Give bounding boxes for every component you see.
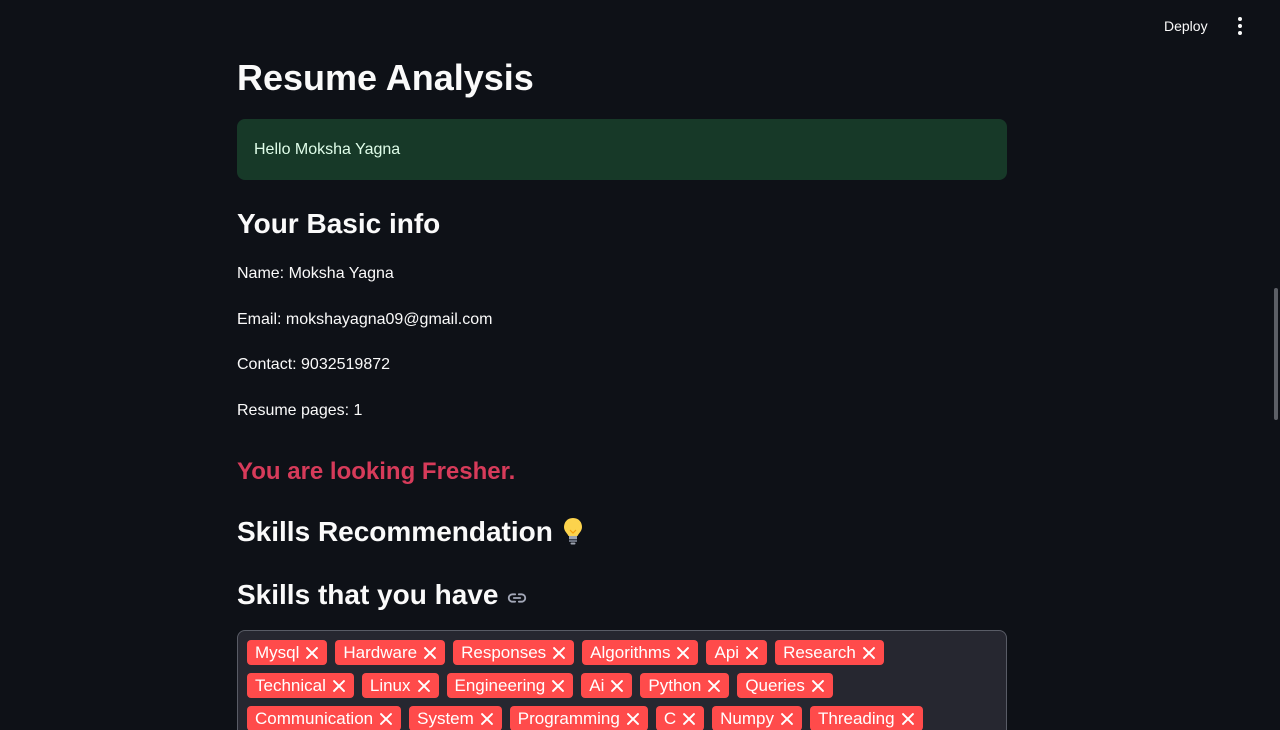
app-header: Deploy bbox=[0, 0, 1280, 52]
app-page: Deploy Resume Analysis Hello Moksha Yagn… bbox=[0, 0, 1280, 730]
skill-tag: Communication bbox=[247, 706, 402, 730]
skill-tag: Ai bbox=[581, 673, 633, 698]
info-name: Name: Moksha Yagna bbox=[237, 265, 394, 282]
remove-tag-icon[interactable] bbox=[745, 646, 759, 660]
skills-have-text: Skills that you have bbox=[237, 579, 499, 610]
info-contact: Contact: 9032519872 bbox=[237, 356, 391, 373]
skill-tag-label: Programming bbox=[517, 708, 620, 728]
skills-recommendation-text: Skills Recommendation bbox=[237, 516, 553, 547]
remove-tag-icon[interactable] bbox=[862, 646, 876, 660]
main-menu-icon[interactable] bbox=[1228, 14, 1252, 38]
skill-tag-label: Responses bbox=[461, 642, 547, 662]
remove-tag-icon[interactable] bbox=[707, 679, 721, 693]
page-title: Resume Analysis bbox=[237, 57, 534, 98]
skill-tag: Hardware bbox=[335, 640, 446, 665]
remove-tag-icon[interactable] bbox=[901, 712, 915, 726]
info-pages: Resume pages: 1 bbox=[237, 402, 363, 419]
skill-tag-row: Mysql Hardware Responses Algorithms Api … bbox=[247, 640, 997, 665]
skill-tag-label: C bbox=[663, 708, 677, 728]
skill-tag: Technical bbox=[247, 673, 354, 698]
skills-recommendation-heading: Skills Recommendation bbox=[237, 512, 585, 552]
skill-tag: Programming bbox=[509, 706, 648, 730]
skill-tag: Mysql bbox=[247, 640, 328, 665]
skill-tag: Numpy bbox=[712, 706, 802, 730]
remove-tag-icon[interactable] bbox=[610, 679, 624, 693]
remove-tag-icon[interactable] bbox=[780, 712, 794, 726]
skill-tag: Threading bbox=[809, 706, 923, 730]
skill-tag: Engineering bbox=[446, 673, 574, 698]
remove-tag-icon[interactable] bbox=[332, 679, 346, 693]
skills-have-heading: Skills that you have bbox=[237, 575, 528, 615]
skill-tag: Python bbox=[640, 673, 730, 698]
skill-tag-label: Research bbox=[783, 642, 856, 662]
remove-tag-icon[interactable] bbox=[423, 646, 437, 660]
skill-tag-label: Numpy bbox=[720, 708, 774, 728]
greeting-text: Hello Moksha Yagna bbox=[254, 140, 401, 158]
remove-tag-icon[interactable] bbox=[811, 679, 825, 693]
deploy-button[interactable]: Deploy bbox=[1152, 14, 1220, 38]
skill-tag: Linux bbox=[361, 673, 439, 698]
skill-tag-label: Python bbox=[648, 675, 702, 695]
remove-tag-icon[interactable] bbox=[305, 646, 319, 660]
anchor-link-icon[interactable] bbox=[506, 587, 528, 609]
skill-tag-row: Technical Linux Engineering Ai Python Qu… bbox=[247, 673, 997, 698]
remove-tag-icon[interactable] bbox=[682, 712, 696, 726]
skill-tag-label: Technical bbox=[255, 675, 326, 695]
skill-tag-label: Threading bbox=[817, 708, 895, 728]
skill-tag-row: Communication System Programming C Numpy… bbox=[247, 706, 997, 730]
skill-tag-label: Ai bbox=[589, 675, 605, 695]
skill-tag-label: Api bbox=[714, 642, 740, 662]
skill-tag: System bbox=[409, 706, 502, 730]
skill-tag-label: Algorithms bbox=[590, 642, 671, 662]
skill-tag: Queries bbox=[737, 673, 833, 698]
remove-tag-icon[interactable] bbox=[552, 646, 566, 660]
remove-tag-icon[interactable] bbox=[551, 679, 565, 693]
skill-tag: C bbox=[655, 706, 705, 730]
skill-tag-label: Mysql bbox=[255, 642, 300, 662]
level-message: You are looking Fresher. bbox=[237, 458, 516, 485]
remove-tag-icon[interactable] bbox=[417, 679, 431, 693]
skill-tag-label: Engineering bbox=[454, 675, 546, 695]
basic-info-heading: Your Basic info bbox=[237, 208, 441, 239]
skill-tag-label: System bbox=[417, 708, 474, 728]
skill-tag-label: Hardware bbox=[343, 642, 418, 662]
skills-multiselect[interactable]: Mysql Hardware Responses Algorithms Api … bbox=[237, 630, 1007, 730]
remove-tag-icon[interactable] bbox=[480, 712, 494, 726]
skill-tag-label: Queries bbox=[745, 675, 805, 695]
lightbulb-icon bbox=[563, 518, 582, 545]
skill-tag: Algorithms bbox=[582, 640, 699, 665]
info-email: Email: mokshayagna09@gmail.com bbox=[237, 311, 493, 328]
greeting-alert: Hello Moksha Yagna bbox=[237, 119, 1007, 180]
skill-tag: Research bbox=[775, 640, 884, 665]
remove-tag-icon[interactable] bbox=[379, 712, 393, 726]
menu-dot bbox=[1238, 24, 1242, 28]
skill-tag: Api bbox=[706, 640, 768, 665]
skill-tag: Responses bbox=[453, 640, 575, 665]
remove-tag-icon[interactable] bbox=[626, 712, 640, 726]
menu-dot bbox=[1238, 31, 1242, 35]
menu-dot bbox=[1238, 17, 1242, 21]
scrollbar-thumb[interactable] bbox=[1274, 288, 1278, 420]
remove-tag-icon[interactable] bbox=[676, 646, 690, 660]
skill-tag-label: Communication bbox=[255, 708, 374, 728]
skill-tag-label: Linux bbox=[369, 675, 411, 695]
